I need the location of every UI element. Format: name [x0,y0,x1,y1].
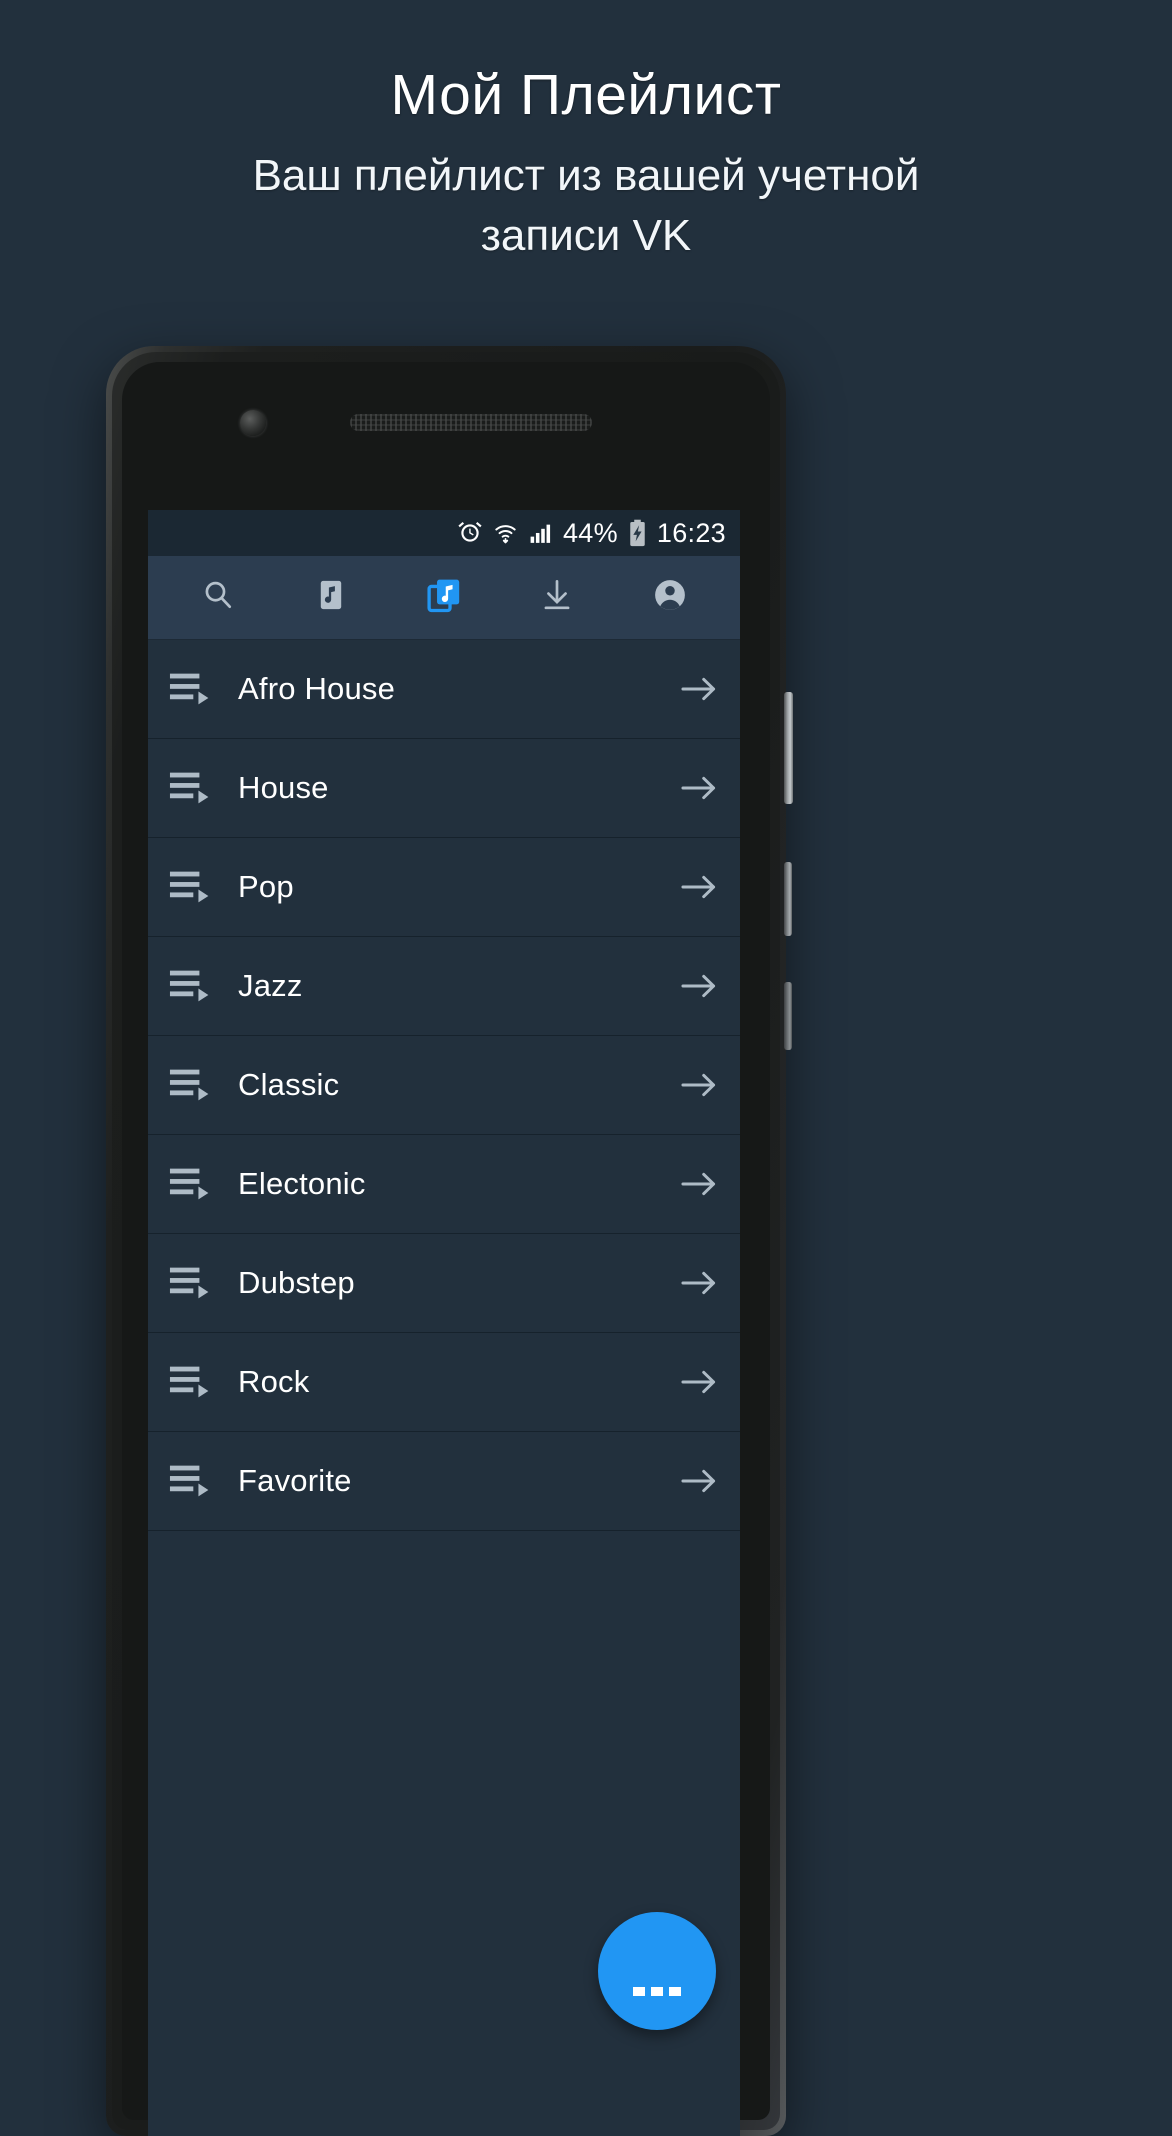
arrow-right-icon[interactable] [672,773,718,803]
table-row[interactable]: Jazz [148,937,740,1036]
power-button[interactable] [784,692,793,804]
playlist-name: Afro House [238,671,396,706]
more-options-fab[interactable] [598,1912,716,2030]
arrow-right-icon[interactable] [672,1268,718,1298]
arrow-right-icon[interactable] [672,1466,718,1496]
table-row[interactable]: Electonic [148,1135,740,1234]
volume-up-button[interactable] [784,862,792,936]
front-camera-icon [240,410,266,436]
page-title: Мой Плейлист [390,63,782,127]
queue-music-icon [162,669,224,709]
playlist-name: Rock [238,1364,310,1399]
playlist-list: Afro House House Pop Jazz Classic Electo… [148,640,740,1531]
signal-icon [528,521,553,546]
music-note-card-icon [313,577,349,618]
tab-my-music[interactable] [293,564,369,632]
queue-music-icon [162,1461,224,1501]
table-row[interactable]: Favorite [148,1432,740,1531]
more-horizontal-icon [633,1987,681,1996]
wifi-icon [493,521,518,546]
table-row[interactable]: Classic [148,1036,740,1135]
alarm-icon [457,520,483,546]
page-subtitle: Ваш плейлист из вашей учетной записи VK [252,150,920,260]
queue-music-icon [162,867,224,907]
playlist-name: House [238,770,329,805]
tab-account[interactable] [632,564,708,632]
playlist-name: Electonic [238,1166,366,1201]
battery-percent-label: 44% [562,517,618,548]
queue-music-icon [162,1164,224,1204]
phone-mockup: 44% 16:23 Afro House House Pop Jazz Clas… [106,346,793,2136]
account-circle-icon [651,576,689,619]
queue-music-icon [162,768,224,808]
queue-music-icon [162,966,224,1006]
volume-down-button[interactable] [784,982,792,1050]
arrow-right-icon[interactable] [672,971,718,1001]
table-row[interactable]: Rock [148,1333,740,1432]
battery-charging-icon [628,519,647,547]
arrow-right-icon[interactable] [672,1070,718,1100]
table-row[interactable]: Afro House [148,640,740,739]
arrow-right-icon[interactable] [672,1169,718,1199]
promo-header: Мой Плейлист Ваш плейлист из вашей учетн… [0,0,1172,265]
tab-search[interactable] [180,564,256,632]
queue-music-icon [162,1362,224,1402]
music-note-stack-icon [425,576,463,619]
playlist-name: Dubstep [238,1265,355,1300]
arrow-right-icon[interactable] [672,674,718,704]
earpiece-speaker-icon [350,414,592,431]
download-icon [538,576,576,619]
tab-playlists[interactable] [406,564,482,632]
status-bar: 44% 16:23 [148,510,740,556]
arrow-right-icon[interactable] [672,872,718,902]
queue-music-icon [162,1263,224,1303]
table-row[interactable]: House [148,739,740,838]
playlist-name: Classic [238,1067,340,1102]
top-tab-bar [148,556,740,640]
playlist-name: Jazz [238,968,303,1003]
phone-screen: 44% 16:23 Afro House House Pop Jazz Clas… [148,510,740,2136]
clock-label: 16:23 [656,517,726,548]
playlist-name: Favorite [238,1463,352,1498]
table-row[interactable]: Dubstep [148,1234,740,1333]
queue-music-icon [162,1065,224,1105]
arrow-right-icon[interactable] [672,1367,718,1397]
tab-downloads[interactable] [519,564,595,632]
search-icon [199,576,237,619]
table-row[interactable]: Pop [148,838,740,937]
playlist-name: Pop [238,869,294,904]
